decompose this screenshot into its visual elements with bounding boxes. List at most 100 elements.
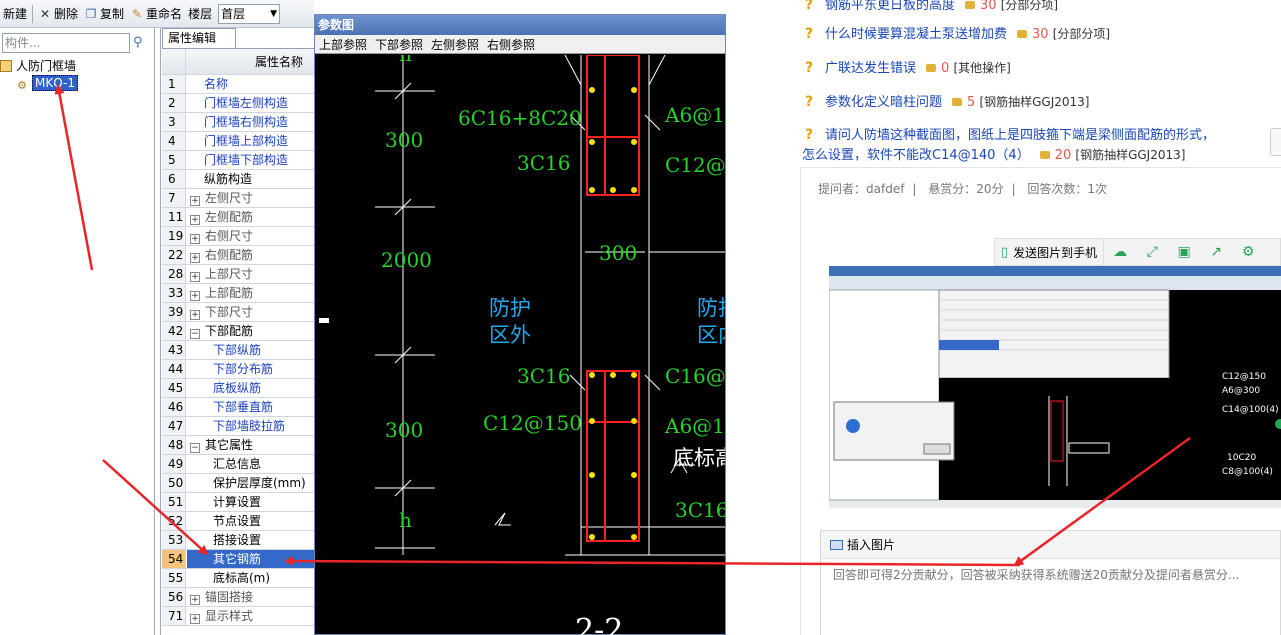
row-name: 节点设置 (213, 514, 262, 528)
current-question-line2[interactable]: 怎么设置，软件不能改C14@140（4） 20 [钢筋抽样GGJ2013] (802, 144, 1185, 163)
table-row[interactable]: 45 底板纵筋 (162, 379, 316, 398)
question-title-line1[interactable]: 请问人防墙这种截面图，图纸上是四肢箍下端是梁侧面配筋的形式， (825, 128, 1215, 143)
copy-button[interactable]: ❐ 复制 (81, 5, 127, 22)
list-item[interactable]: ? 什么时候要算混凝土泵送增加费 30 [分部分项] (805, 23, 1110, 42)
table-row[interactable]: 53 搭接设置 (162, 531, 316, 550)
delete-button[interactable]: ✕ 删除 (35, 5, 81, 22)
tree-item-mkq1[interactable]: ⚙ MKQ-1 (16, 75, 78, 92)
table-row[interactable]: 47 下部墙肢拉筋 (162, 417, 316, 436)
row-number: 44 (162, 360, 186, 378)
table-row[interactable]: 11 + 左侧配筋 (162, 208, 316, 227)
row-name: 门框墙上部构造 (204, 134, 289, 148)
tab-left-reference[interactable]: 左侧参照 (427, 36, 483, 53)
question-icon: ? (805, 127, 814, 143)
table-row[interactable]: 22 + 右侧配筋 (162, 246, 316, 265)
list-item[interactable]: ? 钢筋平东更日板的高度 30 [分部分项] (805, 0, 1058, 13)
expand-icon[interactable]: + (190, 595, 200, 605)
table-row[interactable]: 28 + 上部尺寸 (162, 265, 316, 284)
table-row[interactable]: 33 + 上部配筋 (162, 284, 316, 303)
copy-label: 复制 (100, 7, 125, 21)
table-row[interactable]: 44 下部分布筋 (162, 360, 316, 379)
dialog-title: 参数图 (315, 15, 725, 35)
question-title[interactable]: 什么时候要算混凝土泵送增加费 (825, 27, 1007, 42)
row-name-cell: 下部垂直筋 (187, 398, 273, 416)
send-to-phone-button[interactable]: ▯ 发送图片到手机 (995, 238, 1105, 266)
list-item[interactable]: ? 参数化定义暗柱问题 5 [钢筋抽样GGJ2013] (805, 91, 1089, 110)
question-title[interactable]: 广联达发生错误 (825, 61, 916, 76)
component-search-input[interactable]: 构件... (2, 33, 130, 53)
insert-image-button[interactable]: 插入图片 (821, 531, 1280, 559)
save-icon[interactable]: ▣ (1168, 238, 1200, 266)
tree-item-root[interactable]: 人防门框墙 (0, 58, 76, 75)
collapse-icon[interactable]: − (190, 329, 200, 339)
expand-icon[interactable]: + (190, 614, 200, 624)
table-row[interactable]: 7 + 左侧尺寸 (162, 189, 316, 208)
new-button[interactable]: 新建 (0, 5, 30, 22)
table-row[interactable]: 46 下部垂直筋 (162, 398, 316, 417)
question-title[interactable]: 参数化定义暗柱问题 (825, 95, 942, 110)
table-row[interactable]: 48− 其它属性 (162, 436, 316, 455)
table-row[interactable]: 49 汇总信息 (162, 455, 316, 474)
table-row[interactable]: 43 下部纵筋 (162, 341, 316, 360)
table-row[interactable]: 4 门框墙上部构造 (162, 132, 316, 151)
screenshot-label-c14: C14@100(4) (1222, 405, 1279, 415)
gear-icon[interactable]: ⚙ (1232, 238, 1264, 266)
answer-textarea[interactable] (821, 559, 1280, 635)
question-title[interactable]: 钢筋平东更日板的高度 (825, 0, 955, 13)
table-row[interactable]: 56 + 锚固搭接 (162, 588, 316, 607)
table-row[interactable]: 6 纵筋构造 (162, 170, 316, 189)
cloud-icon[interactable]: ☁ (1104, 238, 1136, 266)
table-row[interactable]: 50 保护层厚度(mm) (162, 474, 316, 493)
share-icon[interactable]: ↗ (1200, 238, 1232, 266)
collapse-icon[interactable]: − (190, 443, 200, 453)
property-editor-panel: 属性编辑 属性名称 1 名称 2 门框墙左侧构造 3 门框墙右侧构造 4 门框墙上部构造 5 门框… (160, 28, 316, 635)
coin-icon (1017, 30, 1028, 38)
table-row[interactable]: 42− 下部配筋 (162, 322, 316, 341)
expand-icon[interactable]: + (190, 234, 200, 244)
table-row[interactable]: 71 + 显示样式 (162, 607, 316, 626)
row-number: 4 (162, 132, 186, 150)
embedded-screenshot[interactable]: C12@150 A6@300 C14@100(4) 10C20 C8@100(4… (829, 266, 1281, 508)
expand-icon[interactable]: + (190, 291, 200, 301)
row-name-cell: + 上部尺寸 (187, 265, 253, 283)
current-question[interactable]: ? 请问人防墙这种截面图，图纸上是四肢箍下端是梁侧面配筋的形式， (805, 124, 1215, 143)
table-row[interactable]: 3 门框墙右侧构造 (162, 113, 316, 132)
floor-select[interactable]: 首层 ▼ (218, 3, 281, 24)
table-row[interactable]: 52 节点设置 (162, 512, 316, 531)
rename-button[interactable]: ✎ 重命名 (127, 5, 185, 22)
expand-icon[interactable]: + (190, 272, 200, 282)
row-name-cell: 节点设置 (187, 512, 261, 530)
table-row[interactable]: 51 计算设置 (162, 493, 316, 512)
expand-icon[interactable]: + (190, 215, 200, 225)
row-name-cell: 下部纵筋 (187, 341, 261, 359)
table-row[interactable]: 2 门框墙左侧构造 (162, 94, 316, 113)
tab-top-reference[interactable]: 上部参照 (315, 36, 371, 53)
table-row[interactable]: 19 + 右侧尺寸 (162, 227, 316, 246)
divider (800, 167, 1281, 168)
label-300-mid: 300 (599, 241, 637, 265)
table-row[interactable]: 1 名称 (162, 75, 316, 94)
search-icon[interactable]: ⚲ (133, 35, 143, 50)
table-row[interactable]: 54 其它钢筋 (162, 550, 316, 569)
table-row[interactable]: 55 底标高(m) (162, 569, 316, 588)
tab-property-edit[interactable]: 属性编辑 (162, 28, 236, 48)
tab-bottom-reference[interactable]: 下部参照 (371, 36, 427, 53)
list-item[interactable]: ? 广联达发生错误 0 [其他操作] (805, 57, 1011, 76)
component-tree-panel: 构件... ⚲ 人防门框墙 ⚙ MKQ-1 (0, 28, 155, 635)
question-title-line2[interactable]: 怎么设置，软件不能改C14@140（4） (802, 148, 1030, 163)
tab-right-reference[interactable]: 右侧参照 (483, 36, 539, 53)
table-row[interactable]: 5 门框墙下部构造 (162, 151, 316, 170)
expand-icon[interactable]: + (190, 196, 200, 206)
row-name: 锚固搭接 (205, 590, 254, 604)
question-icon: ? (805, 0, 814, 13)
section-mark: 2-2 (575, 613, 623, 635)
side-float-button[interactable] (1270, 128, 1281, 156)
expand-icon[interactable]: + (190, 253, 200, 263)
table-row[interactable]: 39 + 下部尺寸 (162, 303, 316, 322)
row-name: 保护层厚度(mm) (213, 476, 306, 490)
expand-icon[interactable]: + (190, 310, 200, 320)
row-name-cell: + 锚固搭接 (187, 588, 253, 606)
row-number: 43 (162, 341, 186, 359)
dim-h-bottom: h (399, 508, 412, 532)
fullscreen-icon[interactable]: ⤢ (1136, 238, 1168, 266)
